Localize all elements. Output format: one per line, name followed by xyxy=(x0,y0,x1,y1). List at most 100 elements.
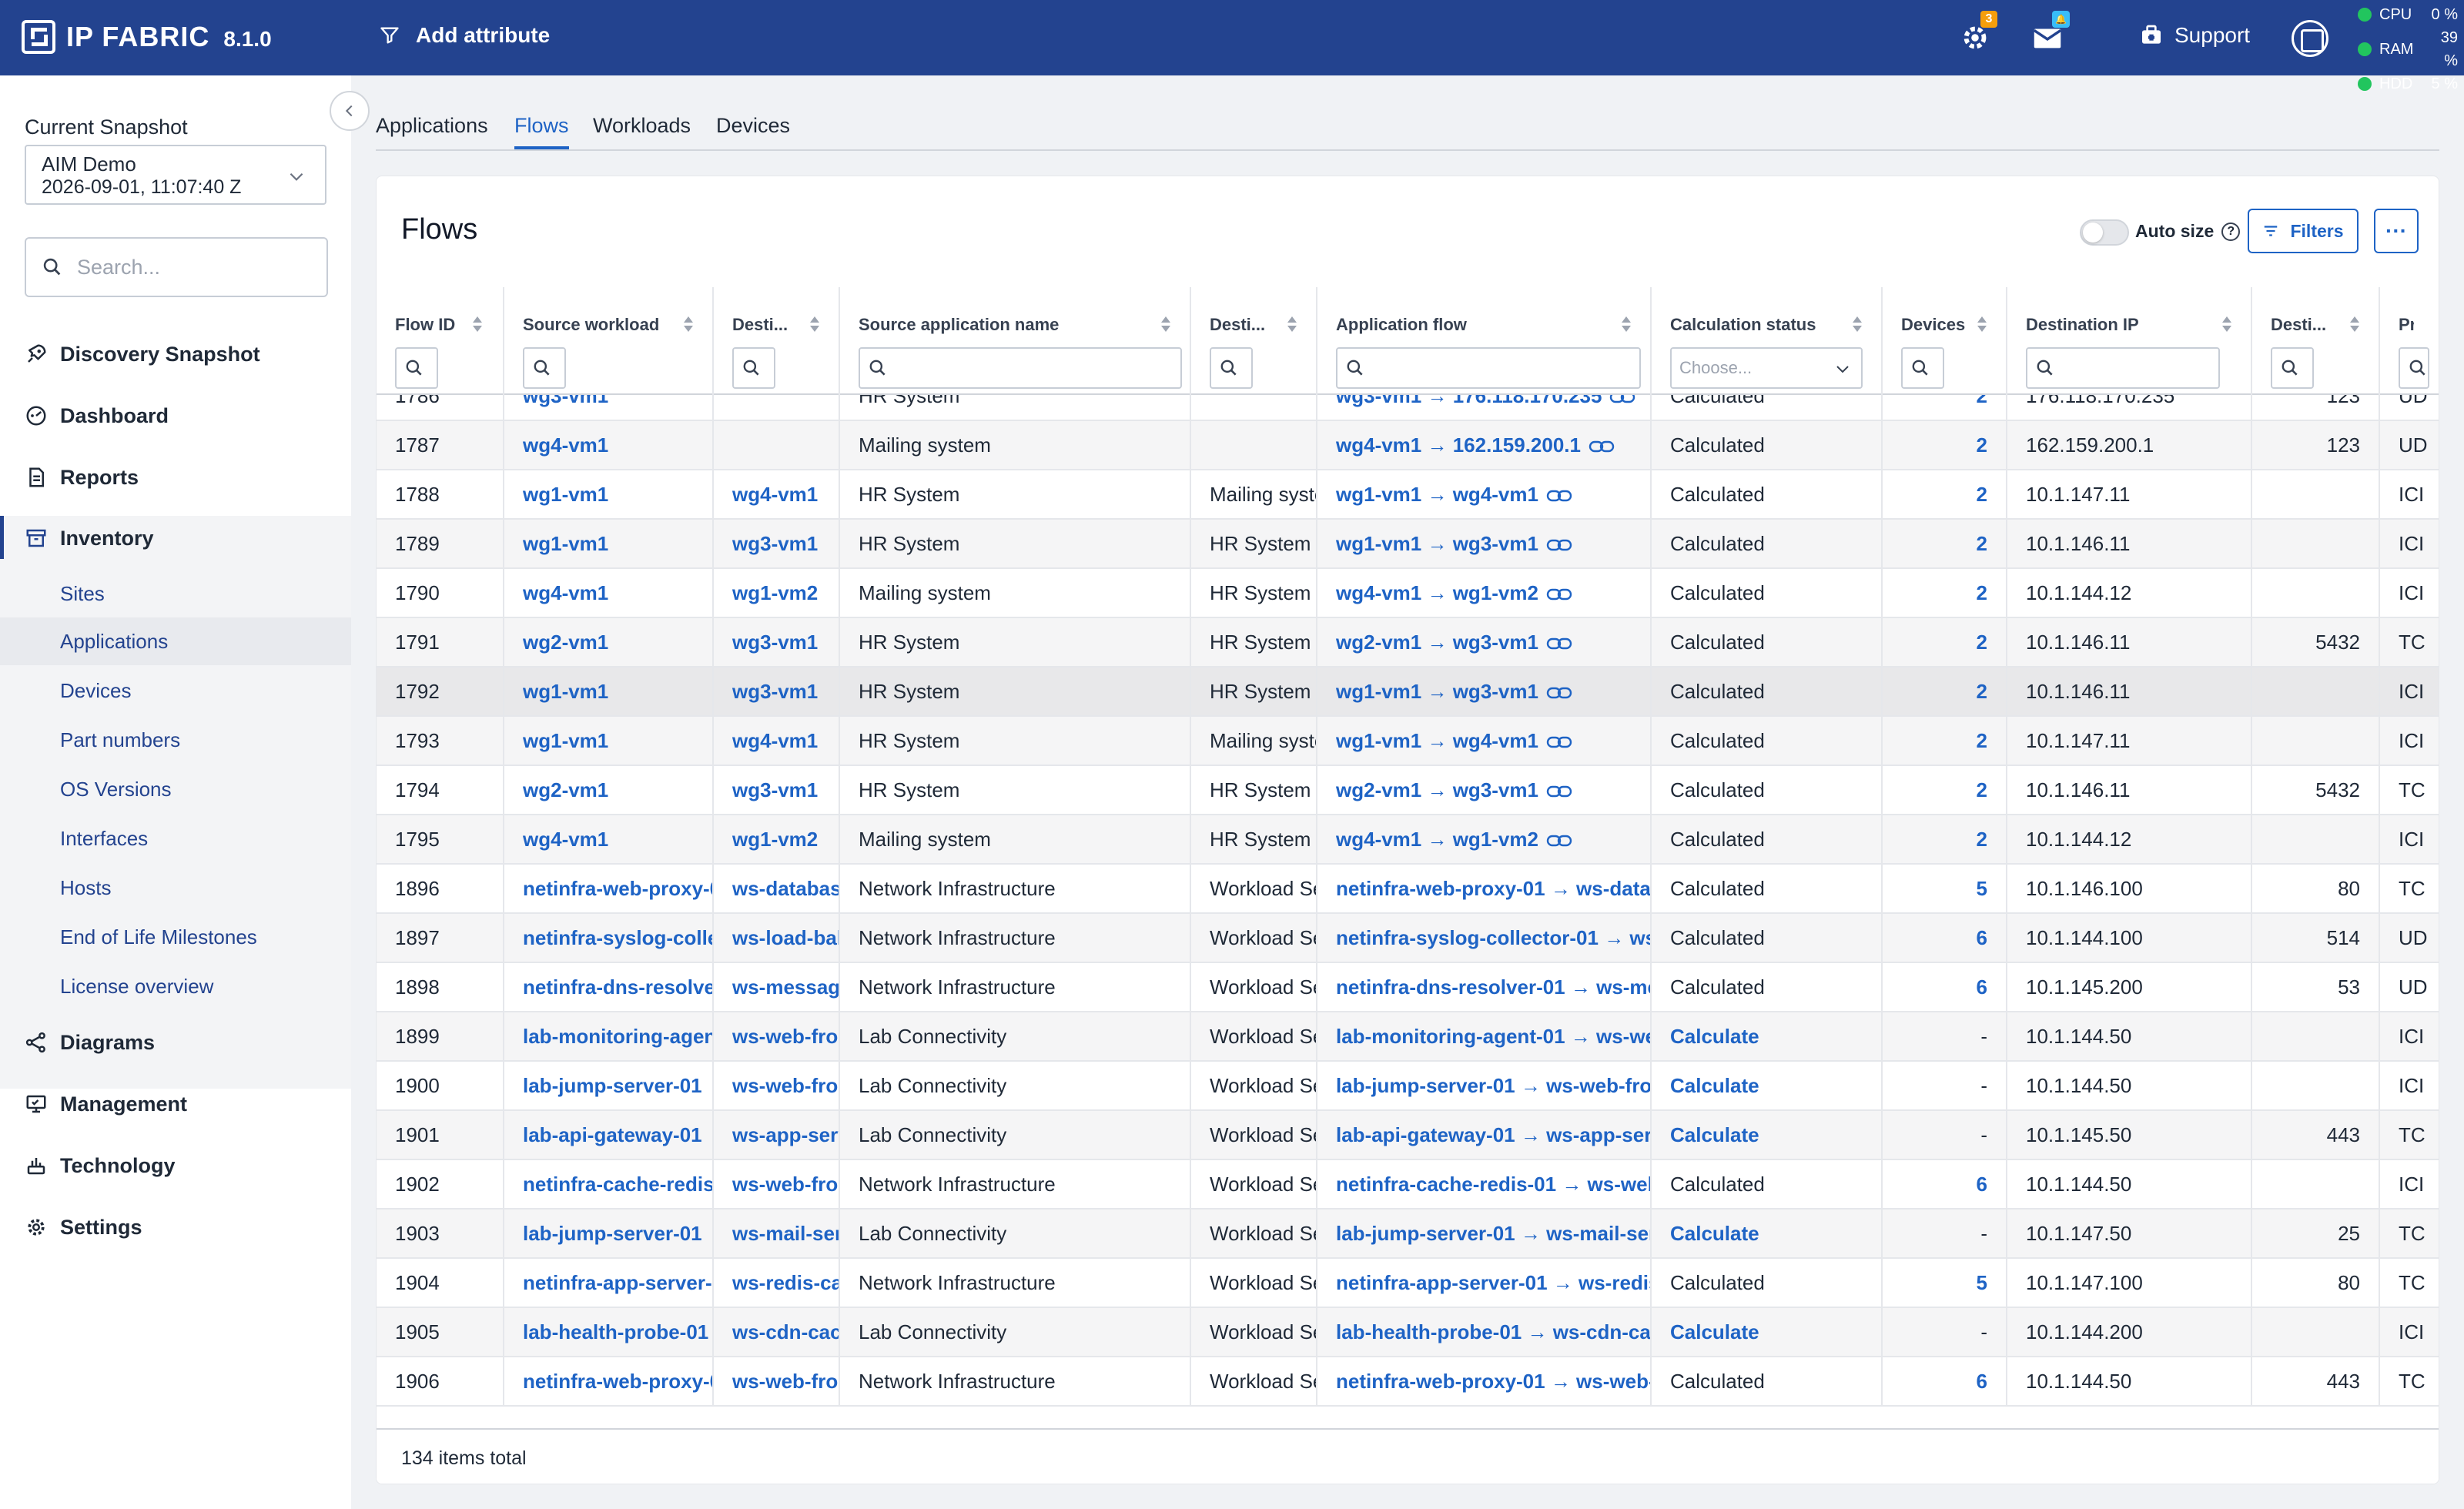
cell-application-flow[interactable]: netinfra-dns-resolver-01 → ws-mess xyxy=(1316,963,1650,1011)
cell-source-workload[interactable]: netinfra-app-server-0 xyxy=(503,1259,712,1307)
table-row[interactable]: 1901 lab-api-gateway-01 ws-app-serv Lab Con… xyxy=(377,1111,2439,1160)
cell-devices[interactable]: 6 xyxy=(1881,1160,2006,1208)
nav-inventory[interactable]: Inventory xyxy=(0,516,351,560)
nav-discovery-snapshot[interactable]: Discovery Snapshot xyxy=(0,333,351,376)
column-header-application-flow[interactable]: Application flow xyxy=(1316,287,1650,395)
cell-source-workload[interactable]: lab-api-gateway-01 xyxy=(503,1111,712,1159)
cell-devices[interactable]: 6 xyxy=(1881,963,2006,1011)
cell-source-workload[interactable]: wg1-vm1 xyxy=(503,717,712,765)
cell-devices[interactable]: 2 xyxy=(1881,395,2006,420)
cell-application-flow[interactable]: lab-monitoring-agent-01 → ws-web xyxy=(1316,1012,1650,1060)
cell-destination-workload[interactable]: ws-web-fron xyxy=(712,1160,839,1208)
cell-application-flow[interactable]: wg2-vm1 → wg3-vm1 xyxy=(1316,766,1650,814)
tab-flows[interactable]: Flows xyxy=(514,114,569,149)
sort-icon[interactable] xyxy=(1852,315,1863,333)
sidebar-item-sites[interactable]: Sites xyxy=(0,570,351,617)
more-options-button[interactable]: ··· xyxy=(2374,209,2419,253)
sort-icon[interactable] xyxy=(2221,315,2232,333)
table-row[interactable]: 1896 netinfra-web-proxy-0 ws-database Netwo… xyxy=(377,865,2439,914)
cell-devices[interactable]: 2 xyxy=(1881,421,2006,469)
cell-destination-workload[interactable]: wg1-vm2 xyxy=(712,569,839,617)
cell-application-flow[interactable]: netinfra-web-proxy-01 → ws-databa xyxy=(1316,865,1650,912)
cell-calculation-status[interactable]: Calculate xyxy=(1650,1210,1881,1257)
column-filter-protocol[interactable] xyxy=(2399,347,2429,389)
sort-icon[interactable] xyxy=(683,315,694,333)
column-header-destination-application[interactable]: Desti... xyxy=(1190,287,1316,395)
cell-source-workload[interactable]: netinfra-syslog-colle xyxy=(503,914,712,962)
sort-icon[interactable] xyxy=(1977,315,1987,333)
cell-devices[interactable]: 5 xyxy=(1881,865,2006,912)
table-row[interactable]: 1905 lab-health-probe-01 ws-cdn-cach Lab Co… xyxy=(377,1308,2439,1357)
nav-diagrams[interactable]: Diagrams xyxy=(0,1021,351,1064)
cell-application-flow[interactable]: wg3-vm1 → 176.118.170.235 xyxy=(1316,395,1650,420)
cell-destination-workload[interactable]: ws-load-bal xyxy=(712,914,839,962)
sort-icon[interactable] xyxy=(1621,315,1632,333)
table-row[interactable]: 1900 lab-jump-server-01 ws-web-fron Lab Con… xyxy=(377,1062,2439,1111)
support-button[interactable]: Support xyxy=(2139,23,2250,48)
cell-source-workload[interactable]: wg4-vm1 xyxy=(503,815,712,863)
cell-destination-workload[interactable]: ws-redis-cac xyxy=(712,1259,839,1307)
table-row[interactable]: 1904 netinfra-app-server-0 ws-redis-cac Net… xyxy=(377,1259,2439,1308)
table-row[interactable]: 1791 wg2-vm1 wg3-vm1 HR System HR System wg2-… xyxy=(377,618,2439,668)
cell-source-workload[interactable]: lab-jump-server-01 xyxy=(503,1062,712,1109)
cell-application-flow[interactable]: lab-health-probe-01 → ws-cdn-cach xyxy=(1316,1308,1650,1356)
nav-dashboard[interactable]: Dashboard xyxy=(0,394,351,437)
table-row[interactable]: 1794 wg2-vm1 wg3-vm1 HR System HR System wg2-… xyxy=(377,766,2439,815)
cell-source-workload[interactable]: netinfra-cache-redis- xyxy=(503,1160,712,1208)
cell-application-flow[interactable]: wg1-vm1 → wg4-vm1 xyxy=(1316,470,1650,518)
table-row[interactable]: 1795 wg4-vm1 wg1-vm2 Mailing system HR Syste… xyxy=(377,815,2439,865)
table-row[interactable]: 1903 lab-jump-server-01 ws-mail-ser Lab Con… xyxy=(377,1210,2439,1259)
cell-source-workload[interactable]: wg4-vm1 xyxy=(503,421,712,469)
cell-devices[interactable]: 2 xyxy=(1881,668,2006,715)
column-filter-destination-ip[interactable] xyxy=(2026,347,2220,389)
table-row[interactable]: 1793 wg1-vm1 wg4-vm1 HR System Mailing syste… xyxy=(377,717,2439,766)
table-row[interactable]: 1792 wg1-vm1 wg3-vm1 HR System HR System wg1-… xyxy=(377,668,2439,717)
sidebar-item-applications[interactable]: Applications xyxy=(0,617,351,665)
column-header-destination-port[interactable]: Desti... xyxy=(2251,287,2379,395)
filters-button[interactable]: Filters xyxy=(2248,209,2359,253)
cell-source-workload[interactable]: wg1-vm1 xyxy=(503,470,712,518)
cell-destination-workload[interactable]: ws-app-serv xyxy=(712,1111,839,1159)
cell-devices[interactable]: 2 xyxy=(1881,569,2006,617)
cell-source-workload[interactable]: wg2-vm1 xyxy=(503,618,712,666)
cell-calculation-status[interactable]: Calculate xyxy=(1650,1308,1881,1356)
cell-destination-workload[interactable]: wg4-vm1 xyxy=(712,717,839,765)
cell-application-flow[interactable]: lab-jump-server-01 → ws-mail-serve xyxy=(1316,1210,1650,1257)
sidebar-item-hosts[interactable]: Hosts xyxy=(0,864,351,912)
cell-destination-workload[interactable]: wg3-vm1 xyxy=(712,668,839,715)
sidebar-collapse-button[interactable] xyxy=(330,91,370,131)
cell-source-workload[interactable]: lab-monitoring-agent xyxy=(503,1012,712,1060)
table-row[interactable]: 1897 netinfra-syslog-colle ws-load-bal Netw… xyxy=(377,914,2439,963)
cell-devices[interactable]: 2 xyxy=(1881,717,2006,765)
nav-technology[interactable]: Technology xyxy=(0,1144,351,1187)
cell-application-flow[interactable]: lab-jump-server-01 → ws-web-front xyxy=(1316,1062,1650,1109)
settings-tasks-button[interactable]: 3 xyxy=(1957,11,1997,55)
user-avatar[interactable] xyxy=(2292,20,2328,57)
cell-destination-workload[interactable]: wg3-vm1 xyxy=(712,520,839,567)
sidebar-item-interfaces[interactable]: Interfaces xyxy=(0,815,351,862)
auto-size-toggle[interactable] xyxy=(2080,219,2129,246)
cell-destination-workload[interactable]: wg3-vm1 xyxy=(712,766,839,814)
cell-devices[interactable]: 2 xyxy=(1881,520,2006,567)
help-icon[interactable]: ? xyxy=(2221,222,2241,241)
nav-management[interactable]: Management xyxy=(0,1082,351,1126)
cell-application-flow[interactable]: wg1-vm1 → wg4-vm1 xyxy=(1316,717,1650,765)
cell-destination-workload[interactable]: ws-database xyxy=(712,865,839,912)
cell-source-workload[interactable]: wg2-vm1 xyxy=(503,766,712,814)
table-row[interactable]: 1788 wg1-vm1 wg4-vm1 HR System Mailing syste… xyxy=(377,470,2439,520)
cell-destination-workload[interactable]: ws-message xyxy=(712,963,839,1011)
cell-source-workload[interactable]: wg3-vm1 xyxy=(503,395,712,420)
sidebar-item-devices[interactable]: Devices xyxy=(0,667,351,714)
cell-application-flow[interactable]: wg1-vm1 → wg3-vm1 xyxy=(1316,520,1650,567)
column-header-devices[interactable]: Devices xyxy=(1881,287,2006,395)
table-row[interactable]: 1787 wg4-vm1 Mailing system wg4-vm1 → 162.1… xyxy=(377,421,2439,470)
column-filter-devices[interactable] xyxy=(1901,347,1944,389)
cell-devices[interactable]: 2 xyxy=(1881,618,2006,666)
column-filter-destination-workload[interactable] xyxy=(732,347,775,389)
add-attribute-button[interactable]: Add attribute xyxy=(379,23,550,48)
cell-source-workload[interactable]: wg1-vm1 xyxy=(503,520,712,567)
snapshot-selector[interactable]: AIM Demo 2026-09-01, 11:07:40 Z xyxy=(25,145,326,205)
sidebar-search-input[interactable]: Search... xyxy=(25,237,328,297)
cell-application-flow[interactable]: wg4-vm1 → wg1-vm2 xyxy=(1316,815,1650,863)
cell-application-flow[interactable]: wg2-vm1 → wg3-vm1 xyxy=(1316,618,1650,666)
